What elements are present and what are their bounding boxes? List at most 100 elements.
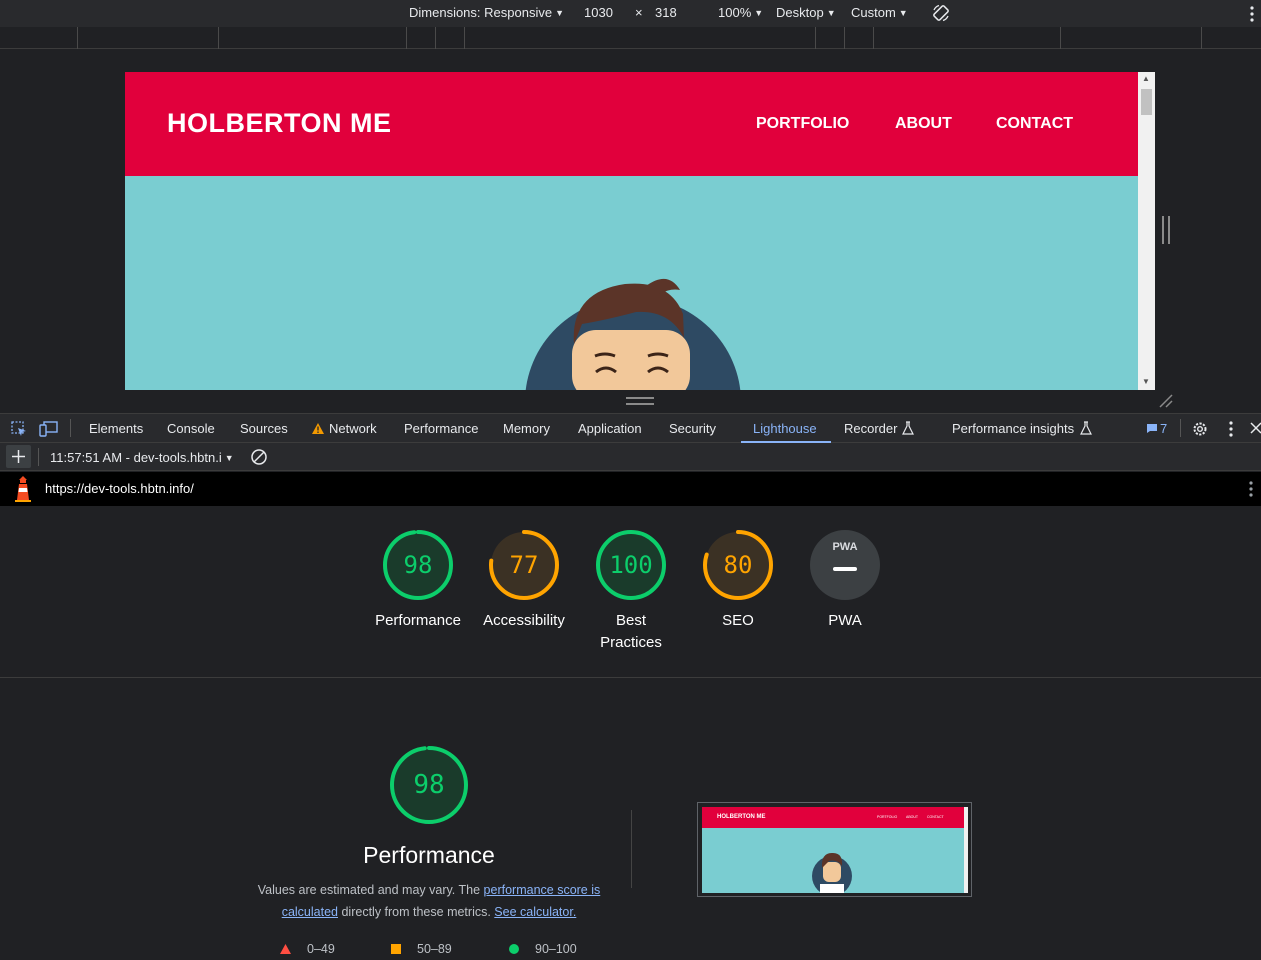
viewport-resize-handle-right[interactable] — [1162, 216, 1170, 244]
nav-portfolio-link[interactable]: PORTFOLIO — [756, 115, 849, 133]
customize-menu-icon[interactable] — [1228, 420, 1234, 438]
report-menu-icon[interactable] — [1248, 480, 1254, 498]
thumbnail-nav-about: ABOUT — [906, 815, 919, 819]
ruler-tick — [1201, 27, 1202, 49]
seo-label[interactable]: SEO — [683, 610, 793, 632]
thumbnail-nav-contact: CONTACT — [927, 815, 944, 819]
pwa-label[interactable]: PWA — [790, 610, 900, 632]
fail-triangle-icon — [280, 944, 291, 954]
best-practices-label[interactable]: Best Practices — [591, 610, 671, 654]
toolbar-divider — [70, 419, 71, 437]
performance-detail-title: Performance — [363, 842, 495, 868]
thumbnail-nav-portfolio: PORTFOLIO — [877, 815, 898, 819]
emulated-viewport[interactable]: HOLBERTON ME PORTFOLIO ABOUT CONTACT ▲ ▼ — [125, 72, 1155, 390]
report-url[interactable]: https://dev-tools.hbtn.info/ — [45, 481, 194, 496]
devtools-window: Dimensions: Responsive ▼ 1030 × 318 100% ▼… — [0, 0, 1261, 960]
settings-gear-icon[interactable] — [1191, 420, 1209, 438]
issues-icon[interactable] — [1146, 423, 1158, 434]
thumbnail-page: HOLBERTON ME PORTFOLIO ABOUT CONTACT — [702, 807, 964, 893]
accessibility-score: 77 — [509, 551, 539, 579]
ruler-tick — [77, 27, 78, 49]
report-selector-label: 11:57:51 AM - dev-tools.hbtn.i — [50, 450, 222, 465]
tab-recorder[interactable]: Recorder — [844, 421, 897, 436]
accessibility-label[interactable]: Accessibility — [469, 610, 579, 632]
devtools-tab-bar: Elements Console Sources Network Perform… — [0, 413, 1261, 443]
ruler-tick — [435, 27, 436, 49]
device-toolbar: Dimensions: Responsive ▼ 1030 × 318 100% ▼… — [0, 0, 1261, 27]
device-type-dropdown[interactable]: Desktop ▼ — [776, 5, 836, 20]
thumbnail-scrollbar — [964, 807, 968, 893]
resize-corner-icon[interactable] — [1158, 393, 1174, 409]
desc-mid: directly from these metrics. — [338, 905, 495, 919]
toolbar-divider — [1180, 419, 1181, 437]
throttle-label: Custom — [851, 5, 896, 20]
device-type-label: Desktop — [776, 5, 824, 20]
desc-prefix: Values are estimated and may vary. The — [257, 883, 484, 897]
viewport-resize-handle-bottom[interactable] — [626, 397, 654, 405]
tab-sources[interactable]: Sources — [240, 421, 288, 436]
average-square-icon — [391, 944, 401, 954]
tab-elements[interactable]: Elements — [89, 421, 143, 436]
nav-about-link[interactable]: ABOUT — [895, 115, 952, 133]
tab-application[interactable]: Application — [578, 421, 642, 436]
caret-down-icon: ▼ — [898, 8, 908, 18]
report-selector[interactable]: 11:57:51 AM - dev-tools.hbtn.i ▼ — [50, 450, 234, 465]
avatar-illustration — [525, 278, 741, 390]
tab-console[interactable]: Console — [167, 421, 215, 436]
seo-score: 80 — [723, 551, 753, 579]
section-divider — [0, 677, 1261, 678]
viewport-scroll-thumb[interactable] — [1141, 89, 1152, 115]
see-calculator-link[interactable]: See calculator. — [494, 905, 576, 919]
ruler-tick — [218, 27, 219, 49]
thumbnail-header: HOLBERTON ME PORTFOLIO ABOUT CONTACT — [702, 807, 964, 828]
ruler-tick — [406, 27, 407, 49]
device-toolbar-toggle-icon[interactable] — [39, 420, 59, 438]
close-devtools-icon[interactable] — [1250, 422, 1261, 434]
tab-security[interactable]: Security — [669, 421, 716, 436]
rotate-icon[interactable] — [931, 3, 951, 23]
clear-reports-icon[interactable] — [250, 448, 268, 466]
width-input[interactable]: 1030 — [584, 5, 613, 20]
final-screenshot-thumbnail[interactable]: HOLBERTON ME PORTFOLIO ABOUT CONTACT — [697, 802, 972, 897]
thumbnail-title: HOLBERTON ME — [717, 814, 766, 820]
ruler-tick — [1060, 27, 1061, 49]
height-input[interactable]: 318 — [655, 5, 677, 20]
tab-performance[interactable]: Performance — [404, 421, 478, 436]
performance-label[interactable]: Performance — [363, 610, 473, 632]
throttle-dropdown[interactable]: Custom ▼ — [851, 5, 908, 20]
thumbnail-avatar — [812, 852, 852, 893]
tab-memory[interactable]: Memory — [503, 421, 550, 436]
issues-count[interactable]: 7 — [1160, 421, 1167, 436]
lighthouse-toolbar: 11:57:51 AM - dev-tools.hbtn.i ▼ — [0, 443, 1261, 471]
scroll-down-icon[interactable]: ▼ — [1142, 377, 1150, 386]
experiment-flask-icon — [1080, 421, 1092, 435]
tab-network[interactable]: Network — [329, 421, 377, 436]
inspect-element-icon[interactable] — [10, 420, 28, 438]
legend-pass: 90–100 — [535, 942, 577, 956]
ruler-tick — [464, 27, 465, 49]
tab-performance-insights[interactable]: Performance insights — [952, 421, 1074, 436]
new-report-button[interactable] — [6, 445, 31, 468]
dimensions-label: Dimensions: Responsive — [409, 5, 553, 20]
dimensions-dropdown[interactable]: Dimensions: Responsive ▼ — [409, 5, 564, 20]
zoom-label: 100% — [718, 5, 752, 20]
nav-contact-link[interactable]: CONTACT — [996, 115, 1073, 133]
more-options-icon[interactable] — [1249, 5, 1255, 23]
vertical-divider — [631, 810, 632, 888]
tab-lighthouse[interactable]: Lighthouse — [753, 421, 817, 436]
scroll-up-icon[interactable]: ▲ — [1142, 74, 1150, 83]
toolbar-divider — [38, 448, 39, 466]
plus-icon — [12, 450, 25, 463]
caret-down-icon: ▼ — [555, 8, 564, 18]
pwa-badge[interactable] — [809, 529, 881, 601]
site-header: HOLBERTON ME PORTFOLIO ABOUT CONTACT — [125, 72, 1138, 176]
media-query-bar[interactable] — [0, 27, 1261, 49]
ruler-tick — [873, 27, 874, 49]
ruler-tick — [844, 27, 845, 49]
report-url-bar: https://dev-tools.hbtn.info/ — [0, 472, 1261, 506]
viewport-scrollbar[interactable] — [1138, 72, 1155, 390]
zoom-dropdown[interactable]: 100% ▼ — [718, 5, 763, 20]
lighthouse-logo-icon — [15, 476, 31, 502]
warning-icon — [312, 423, 324, 434]
pass-circle-icon — [509, 944, 519, 954]
